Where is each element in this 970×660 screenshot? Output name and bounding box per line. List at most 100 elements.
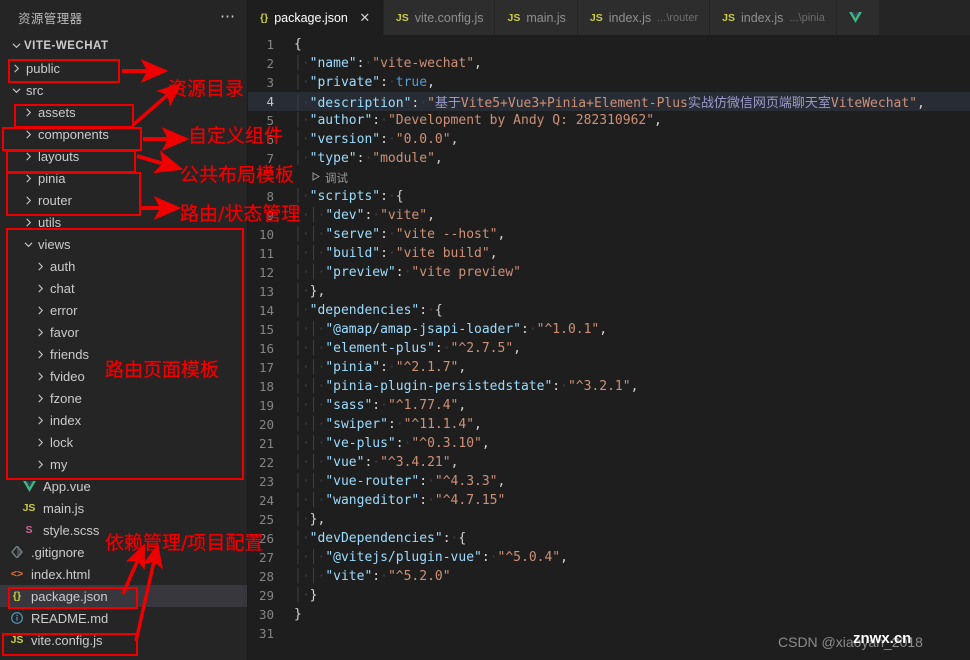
code-line[interactable]: 24 │·│·"wangeditor":·"^4.7.15" (248, 491, 970, 510)
tree-item-label: vite.config.js (31, 632, 103, 648)
tree-item-style-scss[interactable]: Sstyle.scss (0, 519, 247, 541)
code-line[interactable]: 13 │·}, (248, 282, 970, 301)
code-line[interactable]: 20 │·│·"swiper":·"^11.1.4", (248, 415, 970, 434)
code-line[interactable]: 2 │·"name":·"vite-wechat", (248, 54, 970, 73)
chevron-right-icon[interactable] (20, 104, 36, 120)
code-line[interactable]: 1{ (248, 35, 970, 54)
chevron-right-icon[interactable] (32, 456, 48, 472)
code-line[interactable]: 11 │·│·"build":·"vite build", (248, 244, 970, 263)
code-text: │·│·"dev":·"vite", (294, 208, 435, 223)
chevron-right-icon[interactable] (32, 368, 48, 384)
code-line[interactable]: 12 │·│·"preview":·"vite preview" (248, 263, 970, 282)
tree-item-friends[interactable]: friends (0, 343, 247, 365)
chevron-right-icon[interactable] (20, 192, 36, 208)
file-tree[interactable]: public src assets components layouts pinia rou… (0, 57, 247, 651)
tree-item-src[interactable]: src (0, 79, 247, 101)
tree-item-vite-config-js[interactable]: JS vite.config.js (0, 629, 247, 651)
tree-item-layouts[interactable]: layouts (0, 145, 247, 167)
tree-item-assets[interactable]: assets (0, 101, 247, 123)
code-text: │·"type":·"module", (294, 151, 443, 166)
chevron-right-icon[interactable] (32, 346, 48, 362)
code-text: │·│·"wangeditor":·"^4.7.15" (294, 493, 506, 508)
tree-item-fvideo[interactable]: fvideo (0, 365, 247, 387)
ellipsis-icon[interactable]: ⋯ (217, 6, 239, 28)
code-line[interactable]: 6 │·"version":·"0.0.0", (248, 130, 970, 149)
code-line[interactable]: 29 │·} (248, 586, 970, 605)
tree-item-main-js[interactable]: JS main.js (0, 497, 247, 519)
chevron-right-icon[interactable] (20, 214, 36, 230)
code-line[interactable]: 17 │·│·"pinia":·"^2.1.7", (248, 358, 970, 377)
tree-item-views[interactable]: views (0, 233, 247, 255)
code-line[interactable]: 27 │·│·"@vitejs/plugin-vue":·"^5.0.4", (248, 548, 970, 567)
chevron-right-icon[interactable] (32, 390, 48, 406)
close-icon[interactable]: ✕ (358, 10, 372, 26)
line-number: 25 (258, 512, 274, 527)
tree-item-index[interactable]: index (0, 409, 247, 431)
chevron-right-icon[interactable] (8, 60, 24, 76)
chevron-right-icon[interactable] (20, 126, 36, 142)
tree-item-pinia[interactable]: pinia (0, 167, 247, 189)
code-line[interactable]: 4 │·"description":·"基于Vite5+Vue3+Pinia+El… (248, 92, 970, 111)
tree-item-utils[interactable]: utils (0, 211, 247, 233)
code-line[interactable]: 8 │·"scripts":·{ (248, 187, 970, 206)
tree-item--gitignore[interactable]: .gitignore (0, 541, 247, 563)
tree-item-app-vue[interactable]: App.vue (0, 475, 247, 497)
editor-tab-index-js[interactable]: JS index.js ...\pinia (710, 0, 837, 35)
code-line[interactable]: 28 │·│·"vite":·"^5.2.0" (248, 567, 970, 586)
code-line[interactable]: 14 │·"dependencies":·{ (248, 301, 970, 320)
tree-item-public[interactable]: public (0, 57, 247, 79)
editor-tab-partial[interactable] (836, 0, 880, 35)
chevron-right-icon[interactable] (32, 302, 48, 318)
editor-tab-main-js[interactable]: JS main.js (495, 0, 578, 35)
tree-item-components[interactable]: components (0, 123, 247, 145)
code-line[interactable]: 25 │·}, (248, 510, 970, 529)
code-editor[interactable]: 1{2 │·"name":·"vite-wechat", 3 │·"private":… (248, 35, 970, 660)
codelens-label[interactable]: 调试 (320, 170, 348, 186)
code-line[interactable]: 16 │·│·"element-plus":·"^2.7.5", (248, 339, 970, 358)
code-line[interactable]: 23 │·│·"vue-router":·"^4.3.3", (248, 472, 970, 491)
tree-item-index-html[interactable]: <> index.html (0, 563, 247, 585)
code-line[interactable]: 21 │·│·"ve-plus":·"^0.3.10", (248, 434, 970, 453)
code-line[interactable]: 30} (248, 605, 970, 624)
tree-item-favor[interactable]: favor (0, 321, 247, 343)
tree-item-fzone[interactable]: fzone (0, 387, 247, 409)
tree-item-package-json[interactable]: {} package.json (0, 585, 247, 607)
editor-tab-vite-config-js[interactable]: JS vite.config.js (383, 0, 496, 35)
code-line[interactable]: 18 │·│·"pinia-plugin-persistedstate":·"^3… (248, 377, 970, 396)
tree-item-chat[interactable]: chat (0, 277, 247, 299)
code-line[interactable]: 10 │·│·"serve":·"vite --host", (248, 225, 970, 244)
tree-item-auth[interactable]: auth (0, 255, 247, 277)
tree-item-my[interactable]: my (0, 453, 247, 475)
chevron-right-icon[interactable] (32, 280, 48, 296)
tree-item-error[interactable]: error (0, 299, 247, 321)
code-line[interactable]: 26 │·"devDependencies":·{ (248, 529, 970, 548)
code-line[interactable]: 5 │·"author":·"Development by Andy Q: 282… (248, 111, 970, 130)
tree-item-label: router (38, 192, 72, 208)
tree-item-label: index.html (31, 566, 91, 582)
code-line[interactable]: 3 │·"private":·true, (248, 73, 970, 92)
code-line[interactable]: 7 │·"type":·"module", (248, 149, 970, 168)
code-line[interactable]: 9 │·│·"dev":·"vite", (248, 206, 970, 225)
tree-item-lock[interactable]: lock (0, 431, 247, 453)
editor-tab-package-json[interactable]: {} package.json ✕ (248, 0, 384, 35)
chevron-right-icon[interactable] (32, 258, 48, 274)
code-line[interactable]: 15 │·│·"@amap/amap-jsapi-loader":·"^1.0.1… (248, 320, 970, 339)
code-line[interactable]: 19 │·│·"sass":·"^1.77.4", (248, 396, 970, 415)
tree-item-readme-md[interactable]: README.md (0, 607, 247, 629)
editor-tab-index-js[interactable]: JS index.js ...\router (577, 0, 711, 35)
chevron-right-icon[interactable] (32, 412, 48, 428)
explorer-root-folder[interactable]: VITE-WECHAT (0, 34, 247, 57)
editor-tabbar[interactable]: {} package.json ✕ JS vite.config.js JS main.js… (248, 0, 970, 35)
chevron-down-icon[interactable] (20, 236, 36, 252)
editor-tab-label: vite.config.js (414, 10, 484, 25)
code-line[interactable]: 22 │·│·"vue":·"^3.4.21", (248, 453, 970, 472)
chevron-right-icon[interactable] (20, 148, 36, 164)
code-text: │·│·"ve-plus":·"^0.3.10", (294, 436, 490, 451)
chevron-right-icon[interactable] (20, 170, 36, 186)
chevron-right-icon[interactable] (32, 324, 48, 340)
codelens-debug[interactable]: 调试 (248, 168, 970, 187)
chevron-right-icon[interactable] (32, 434, 48, 450)
chevron-down-icon[interactable] (8, 82, 24, 98)
play-icon[interactable] (294, 171, 320, 184)
tree-item-router[interactable]: router (0, 189, 247, 211)
